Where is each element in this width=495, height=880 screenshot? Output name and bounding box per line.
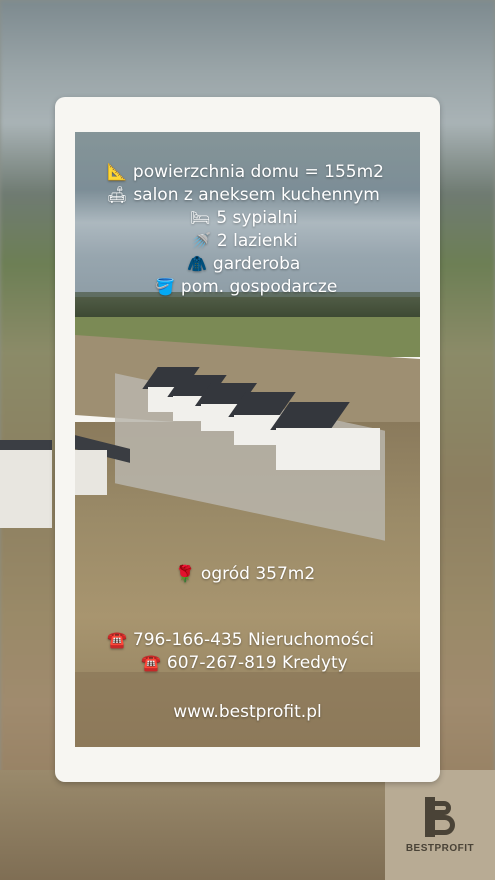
bed-icon: 🛏	[190, 208, 211, 227]
feature-wardrobe: 🧥 garderoba	[187, 254, 301, 274]
contact-real-estate[interactable]: ☎️ 796-166-435 Nieruchomości	[107, 630, 374, 650]
listing-card: 📐 powierzchnia domu = 155m2 🛋 salon z anek…	[55, 97, 440, 782]
garden-size: 🌹 ogród 357m2	[175, 564, 316, 584]
telephone-icon: ☎️	[141, 653, 161, 672]
property-photo: 📐 powierzchnia domu = 155m2 🛋 salon z anek…	[75, 132, 420, 747]
bucket-icon: 🪣	[155, 277, 175, 296]
feature-living-room: 🛋 salon z aneksem kuchennym	[107, 185, 380, 205]
rose-icon: 🌹	[175, 564, 195, 583]
telephone-icon: ☎️	[107, 630, 127, 649]
brand-logo: BESTPROFIT	[385, 770, 495, 880]
background-house	[0, 440, 52, 528]
feature-bathrooms: 🚿 2 lazienki	[191, 231, 298, 251]
feature-utility-room: 🪣 pom. gospodarcze	[155, 277, 338, 297]
feature-bedrooms: 🛏 5 sypialni	[190, 208, 298, 228]
coat-icon: 🧥	[187, 254, 207, 273]
shower-icon: 🚿	[191, 231, 211, 250]
website-link[interactable]: www.bestprofit.pl	[75, 702, 420, 722]
sofa-icon: 🛋	[107, 185, 128, 204]
brand-name: BESTPROFIT	[405, 842, 475, 854]
triangle-ruler-icon: 📐	[107, 162, 127, 181]
contact-credit[interactable]: ☎️ 607-267-819 Kredyty	[141, 653, 348, 673]
brand-logo-mark	[425, 796, 455, 837]
feature-area: 📐 powierzchnia domu = 155m2	[107, 162, 384, 182]
